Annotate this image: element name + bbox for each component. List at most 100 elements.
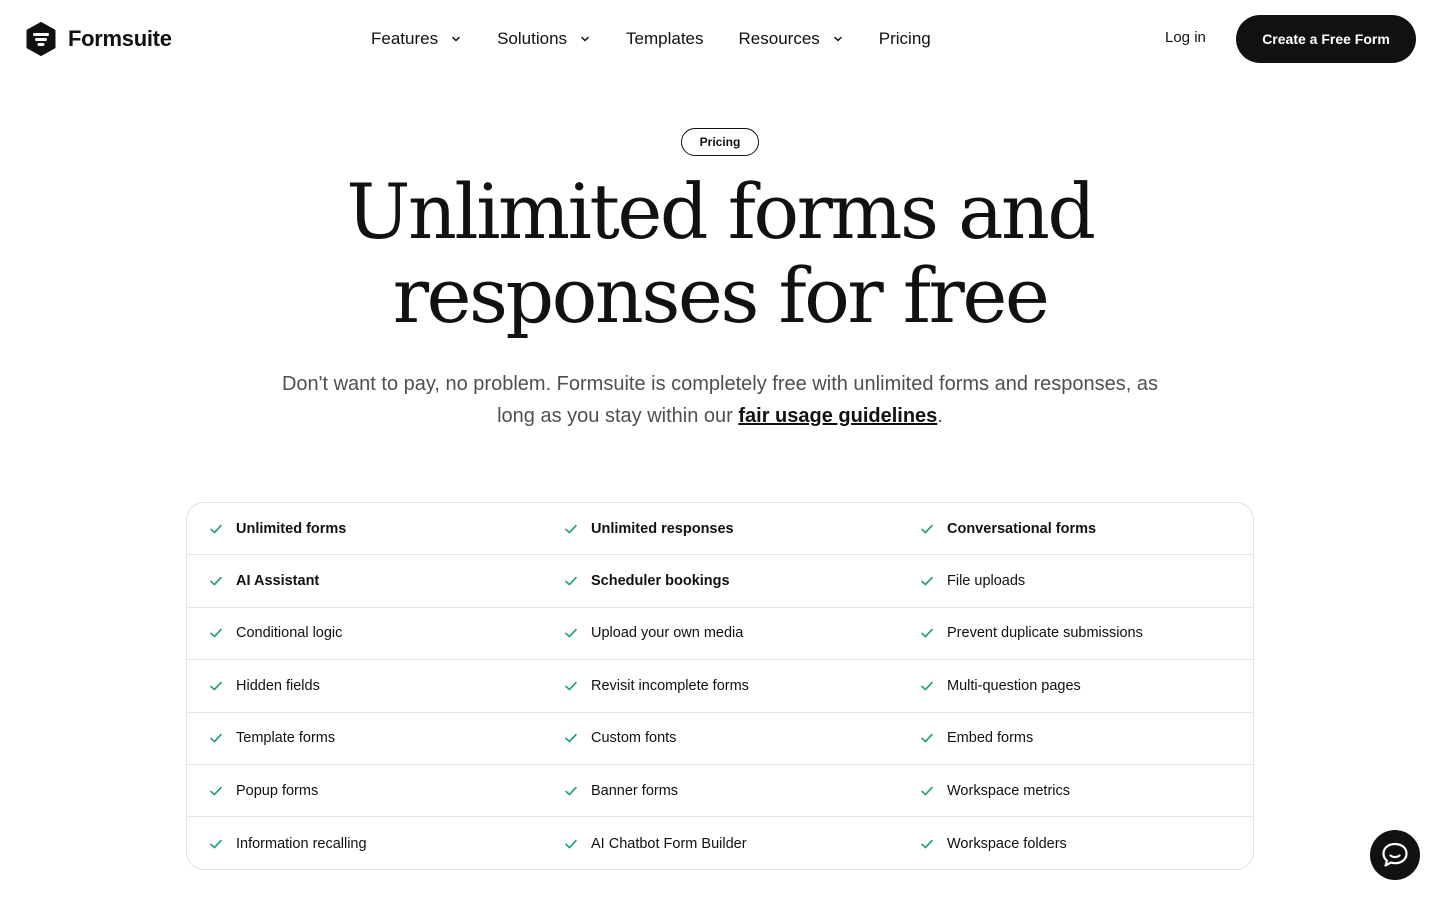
- feature-item: Workspace folders: [898, 817, 1253, 869]
- chevron-down-icon: [452, 36, 460, 42]
- fair-usage-link[interactable]: fair usage guidelines: [738, 405, 937, 427]
- hero-subtitle-end: .: [937, 405, 943, 427]
- feature-label: Embed forms: [947, 730, 1034, 747]
- nav-item-label: Pricing: [878, 29, 931, 48]
- check-icon: [921, 786, 933, 796]
- nav-item-label: Features: [371, 29, 439, 48]
- nav-item-label: Resources: [738, 29, 820, 48]
- check-icon: [565, 734, 577, 743]
- feature-item: Revisit incomplete forms: [542, 660, 898, 711]
- chat-button[interactable]: [1370, 830, 1420, 880]
- feature-item: Hidden fields: [187, 660, 542, 711]
- site-header: Formsuite Features Solutions Templates R…: [0, 0, 1440, 78]
- feature-label: Workspace folders: [947, 835, 1067, 852]
- hero-title: Unlimited forms and responses for free: [240, 170, 1200, 338]
- feature-row: Hidden fields Revisit incomplete forms Mul…: [187, 660, 1253, 713]
- check-icon: [921, 576, 933, 586]
- chat-bubble-icon: [1382, 842, 1408, 867]
- check-icon: [565, 576, 577, 586]
- feature-label: Conditional logic: [236, 625, 343, 642]
- feature-item: Template forms: [187, 713, 542, 764]
- feature-item: Popup forms: [187, 765, 542, 816]
- check-icon: [210, 524, 222, 534]
- feature-label: Unlimited forms: [236, 520, 347, 537]
- feature-item: Unlimited forms: [187, 503, 542, 554]
- main-nav: Features Solutions Templates Resources P…: [371, 26, 931, 52]
- feature-row: Popup forms Banner forms Workspace metrics: [187, 765, 1253, 818]
- feature-label: Workspace metrics: [947, 782, 1071, 799]
- feature-item: Workspace metrics: [898, 765, 1253, 816]
- hero-title-line-1: Unlimited forms and: [346, 167, 1096, 256]
- feature-label: Hidden fields: [236, 677, 320, 694]
- feature-item: Scheduler bookings: [542, 555, 898, 606]
- feature-label: Unlimited responses: [591, 520, 734, 537]
- check-icon: [921, 524, 933, 534]
- nav-item-solutions[interactable]: Solutions: [497, 29, 591, 49]
- nav-item-resources[interactable]: Resources: [739, 29, 844, 49]
- check-icon: [565, 524, 577, 534]
- feature-label: AI Chatbot Form Builder: [591, 835, 747, 852]
- feature-label: Banner forms: [591, 782, 679, 799]
- feature-item: Information recalling: [187, 817, 542, 869]
- feature-item: Banner forms: [542, 765, 898, 816]
- nav-item-pricing[interactable]: Pricing: [879, 29, 931, 49]
- check-icon: [210, 734, 222, 743]
- check-icon: [210, 786, 222, 796]
- feature-item: Embed forms: [898, 713, 1253, 764]
- feature-label: AI Assistant: [236, 573, 320, 590]
- feature-item: Custom fonts: [542, 713, 898, 764]
- feature-label: Custom fonts: [591, 730, 677, 747]
- login-link[interactable]: Log in: [1165, 29, 1206, 46]
- chevron-down-icon: [581, 36, 589, 42]
- feature-label: Revisit incomplete forms: [591, 677, 749, 694]
- feature-row: AI Assistant Scheduler bookings File uploa…: [187, 555, 1253, 608]
- feature-label: Information recalling: [236, 835, 367, 852]
- nav-item-templates[interactable]: Templates: [626, 29, 703, 49]
- feature-item: Multi-question pages: [898, 660, 1253, 711]
- check-icon: [210, 576, 222, 586]
- feature-item: Conditional logic: [187, 608, 542, 659]
- nav-item-label: Solutions: [497, 29, 568, 48]
- nav-item-features[interactable]: Features: [371, 29, 462, 49]
- brand-logo-link[interactable]: Formsuite: [24, 22, 172, 56]
- feature-item: AI Chatbot Form Builder: [542, 817, 898, 869]
- brand-name: Formsuite: [68, 26, 172, 51]
- feature-item: Unlimited responses: [542, 503, 898, 554]
- feature-item: Upload your own media: [542, 608, 898, 659]
- check-icon: [210, 629, 222, 638]
- formsuite-logo-icon: [26, 22, 56, 56]
- check-icon: [921, 681, 933, 691]
- hero-subtitle: Don't want to pay, no problem. Formsuite…: [270, 368, 1170, 432]
- section-pill: Pricing: [681, 128, 759, 156]
- feature-item: File uploads: [898, 555, 1253, 606]
- feature-row: Conditional logic Upload your own media Pr…: [187, 608, 1253, 661]
- feature-row: Template forms Custom fonts Embed forms: [187, 713, 1253, 765]
- check-icon: [210, 681, 222, 691]
- feature-label: Multi-question pages: [947, 677, 1081, 694]
- nav-item-label: Templates: [626, 29, 704, 48]
- check-icon: [565, 839, 577, 848]
- feature-item: Prevent duplicate submissions: [898, 608, 1253, 659]
- feature-item: AI Assistant: [187, 555, 542, 606]
- check-icon: [565, 786, 577, 796]
- feature-label: Conversational forms: [947, 520, 1097, 537]
- check-icon: [210, 839, 222, 848]
- feature-item: Conversational forms: [898, 503, 1253, 554]
- feature-label: Upload your own media: [591, 625, 744, 642]
- check-icon: [565, 629, 577, 638]
- feature-label: Prevent duplicate submissions: [947, 625, 1143, 642]
- create-free-form-button[interactable]: Create a Free Form: [1236, 15, 1416, 63]
- feature-label: Scheduler bookings: [591, 573, 730, 590]
- check-icon: [565, 681, 577, 691]
- feature-label: Popup forms: [236, 782, 319, 799]
- feature-label: File uploads: [947, 573, 1026, 590]
- hero-title-line-2: responses for free: [392, 251, 1050, 340]
- feature-row: Information recalling AI Chatbot Form Bui…: [187, 817, 1253, 869]
- feature-row: Unlimited forms Unlimited responses Conver…: [187, 503, 1253, 556]
- hero-subtitle-text: Don't want to pay, no problem. Formsuite…: [281, 373, 1159, 427]
- feature-label: Template forms: [236, 730, 336, 747]
- feature-table: Unlimited forms Unlimited responses Conver…: [186, 502, 1254, 870]
- check-icon: [921, 734, 933, 743]
- chevron-down-icon: [834, 36, 842, 42]
- check-icon: [921, 839, 933, 848]
